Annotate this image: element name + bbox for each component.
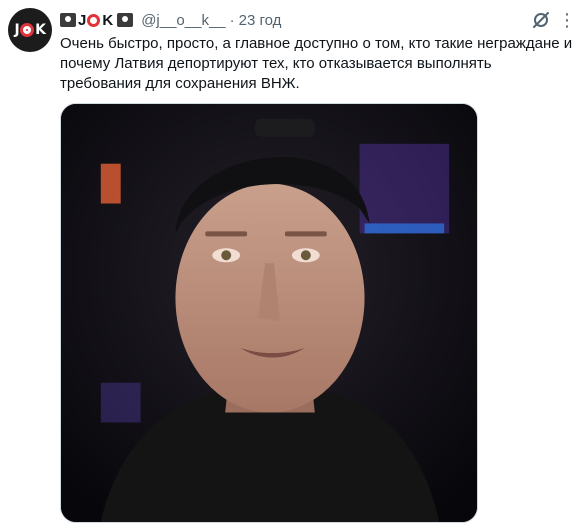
more-icon[interactable]: ⋮ [558,11,576,29]
avatar[interactable]: JK [8,8,52,52]
pirate-icon [117,13,134,27]
tweet-text: Очень быстро, просто, а главное доступно… [60,35,573,92]
lifebuoy-icon [87,13,101,27]
grok-icon[interactable] [531,10,551,30]
timestamp[interactable]: 23 год [239,12,282,29]
tweet[interactable]: JK J K @j__o__k__ · 23 год ⋮ Очень быстр… [0,0,580,531]
video-thumbnail [61,104,477,522]
tweet-header: J K @j__o__k__ · 23 год [60,10,281,30]
media-video[interactable] [60,103,478,523]
display-name[interactable]: J K [60,12,135,29]
separator-dot: · [229,11,235,29]
avatar-logo: JK [14,22,46,38]
handle[interactable]: @j__o__k__ [141,12,225,29]
pirate-icon [60,13,76,27]
